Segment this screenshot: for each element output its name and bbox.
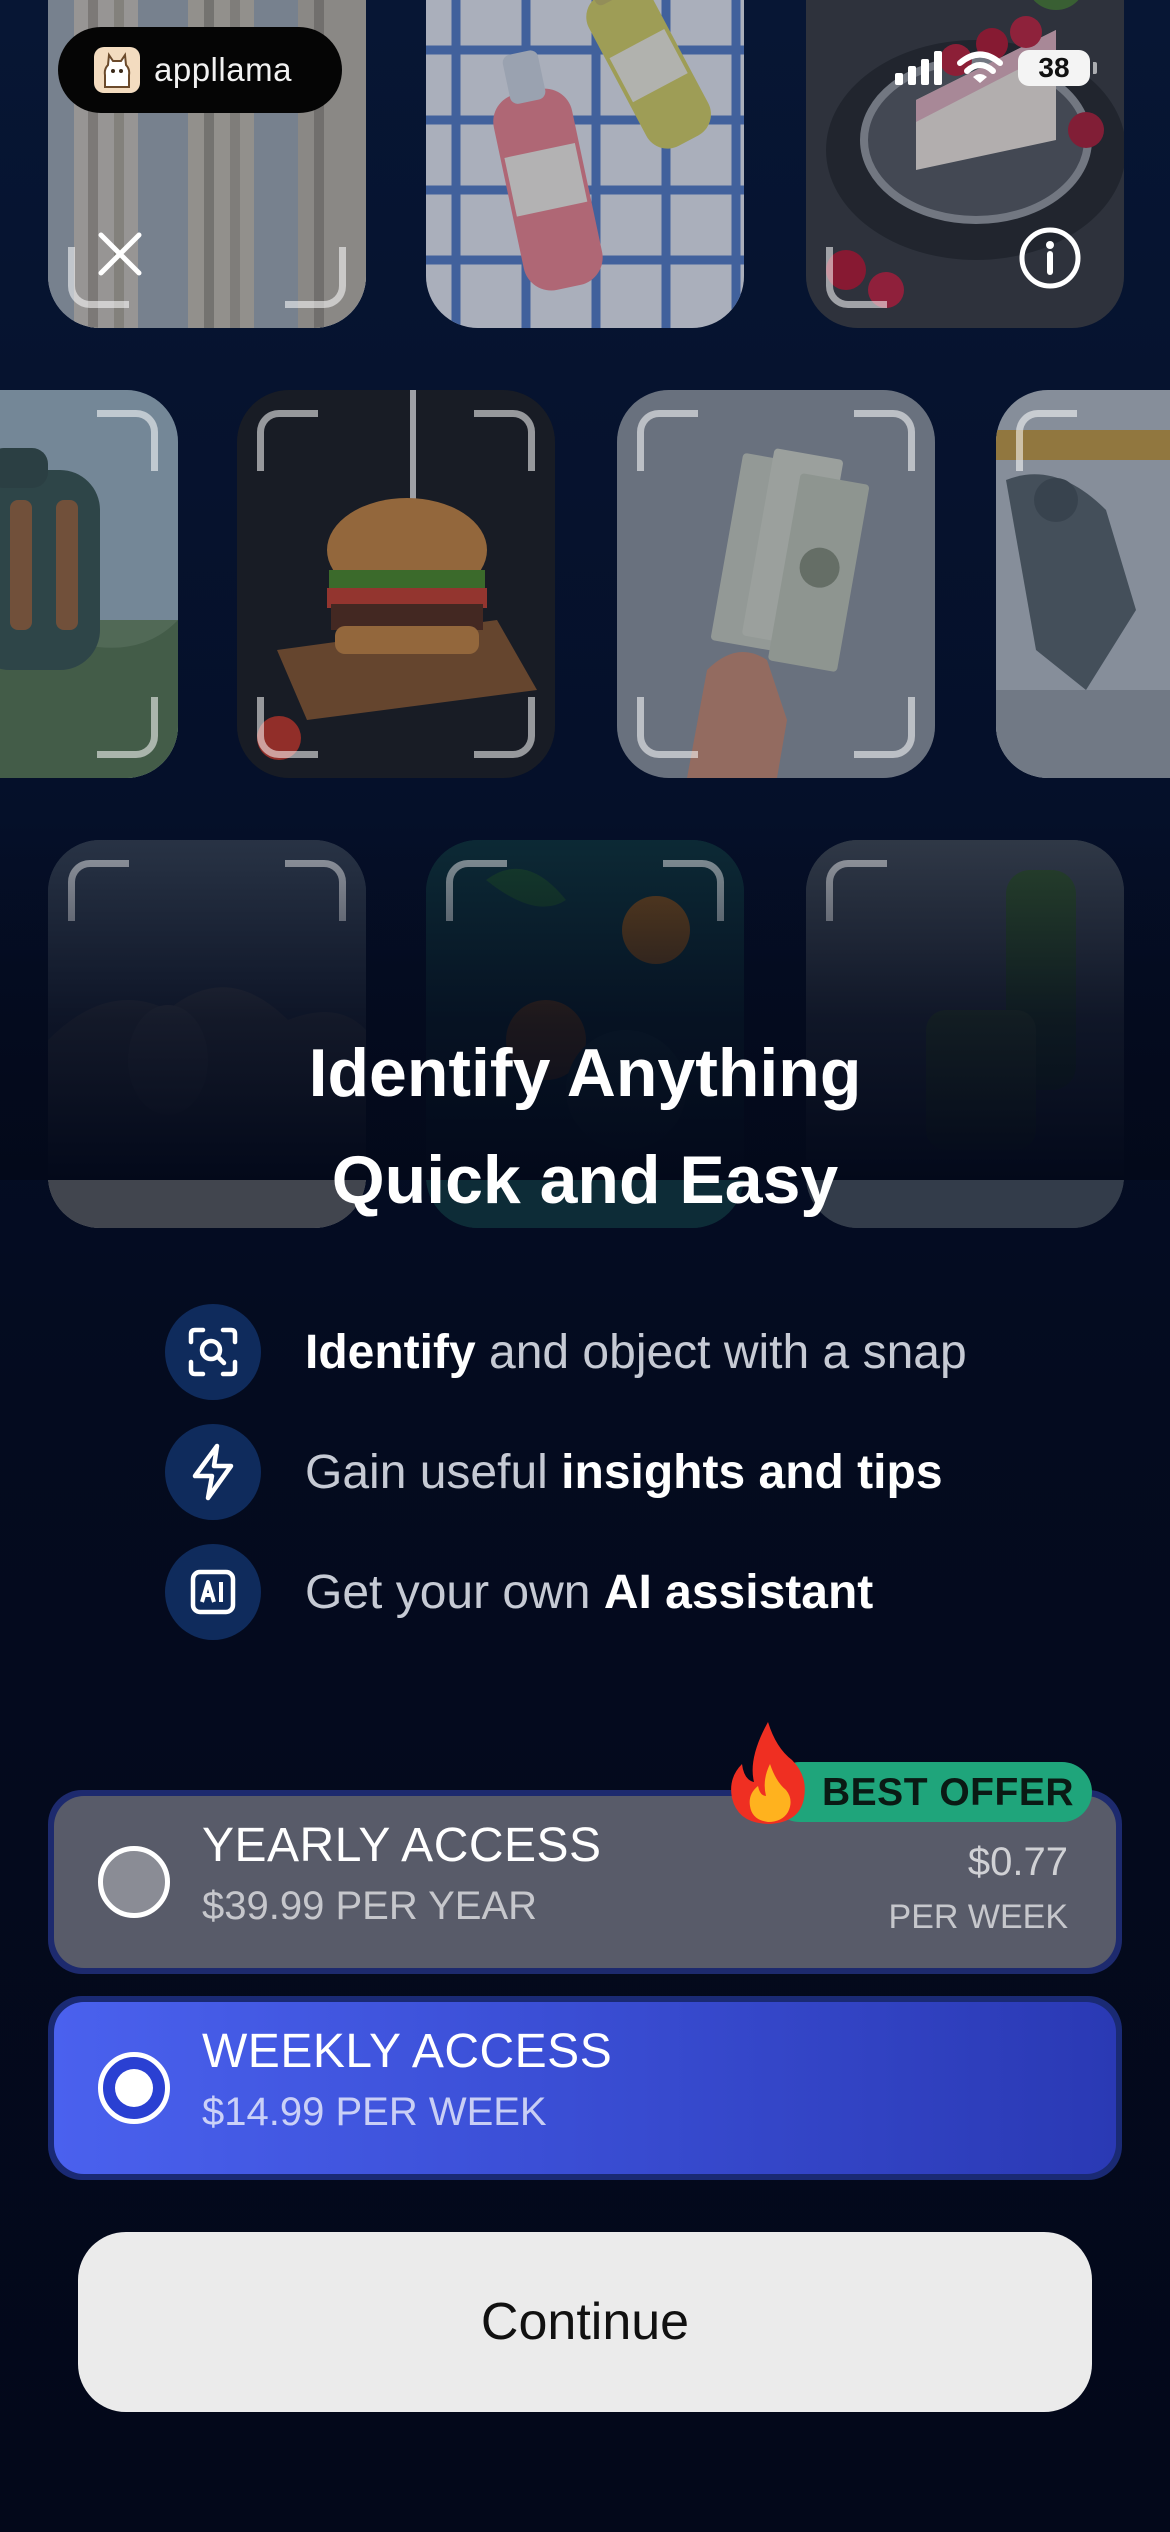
app-name: appllama xyxy=(154,51,292,88)
headline: Identify Anything Quick and Easy xyxy=(0,1020,1170,1234)
per-week-price: $0.77 xyxy=(967,1840,1068,1884)
tile-burger xyxy=(237,390,555,778)
tile-money xyxy=(617,390,935,778)
info-button[interactable] xyxy=(1010,218,1090,298)
close-button[interactable] xyxy=(80,214,160,294)
lightning-bolt-icon xyxy=(165,1424,261,1520)
feature-text-identify: Identify and object with a snap xyxy=(305,1325,967,1379)
best-offer-label: BEST OFFER xyxy=(822,1771,1075,1814)
tile-backpack xyxy=(0,390,178,778)
status-icons: 38 xyxy=(895,50,1097,86)
radio-selected-icon[interactable] xyxy=(98,2052,170,2124)
feature-text-assistant: Get your own AI assistant xyxy=(305,1565,874,1619)
per-week-label: PER WEEK xyxy=(888,1898,1068,1936)
cellular-signal-icon xyxy=(895,51,942,85)
feature-item-assistant: Get your own AI assistant xyxy=(165,1542,967,1642)
plan-price-weekly: $14.99 PER WEEK xyxy=(202,2090,547,2134)
paywall-screen: appllama 38 Identify Anything Quick and … xyxy=(0,0,1170,2532)
fire-icon xyxy=(731,1722,805,1824)
wifi-icon xyxy=(957,51,1003,83)
tile-statue xyxy=(996,390,1170,778)
best-offer-badge: BEST OFFER xyxy=(770,1762,1092,1822)
scan-search-icon xyxy=(165,1304,261,1400)
plan-name-weekly: WEEKLY ACCESS xyxy=(202,2025,613,2078)
battery-indicator: 38 xyxy=(1018,50,1097,86)
plan-price-yearly: $39.99 PER YEAR xyxy=(202,1884,538,1928)
plan-name-yearly: YEARLY ACCESS xyxy=(202,1819,602,1872)
llama-logo-icon xyxy=(94,47,140,93)
feature-text-insights: Gain useful insights and tips xyxy=(305,1445,943,1499)
close-icon xyxy=(98,232,142,276)
continue-button[interactable]: Continue xyxy=(78,2232,1092,2412)
info-icon xyxy=(1019,227,1081,289)
headline-line-1: Identify Anything xyxy=(308,1035,862,1111)
plan-option-weekly[interactable]: WEEKLY ACCESS $14.99 PER WEEK xyxy=(48,1996,1122,2180)
radio-unselected-icon[interactable] xyxy=(98,1846,170,1918)
app-brand-pill[interactable]: appllama xyxy=(58,27,342,113)
feature-list: Identify and object with a snap Gain use… xyxy=(165,1302,967,1662)
tile-drinks xyxy=(426,0,744,328)
feature-item-identify: Identify and object with a snap xyxy=(165,1302,967,1402)
headline-line-2: Quick and Easy xyxy=(331,1142,839,1218)
ai-chip-icon xyxy=(165,1544,261,1640)
feature-item-insights: Gain useful insights and tips xyxy=(165,1422,967,1522)
